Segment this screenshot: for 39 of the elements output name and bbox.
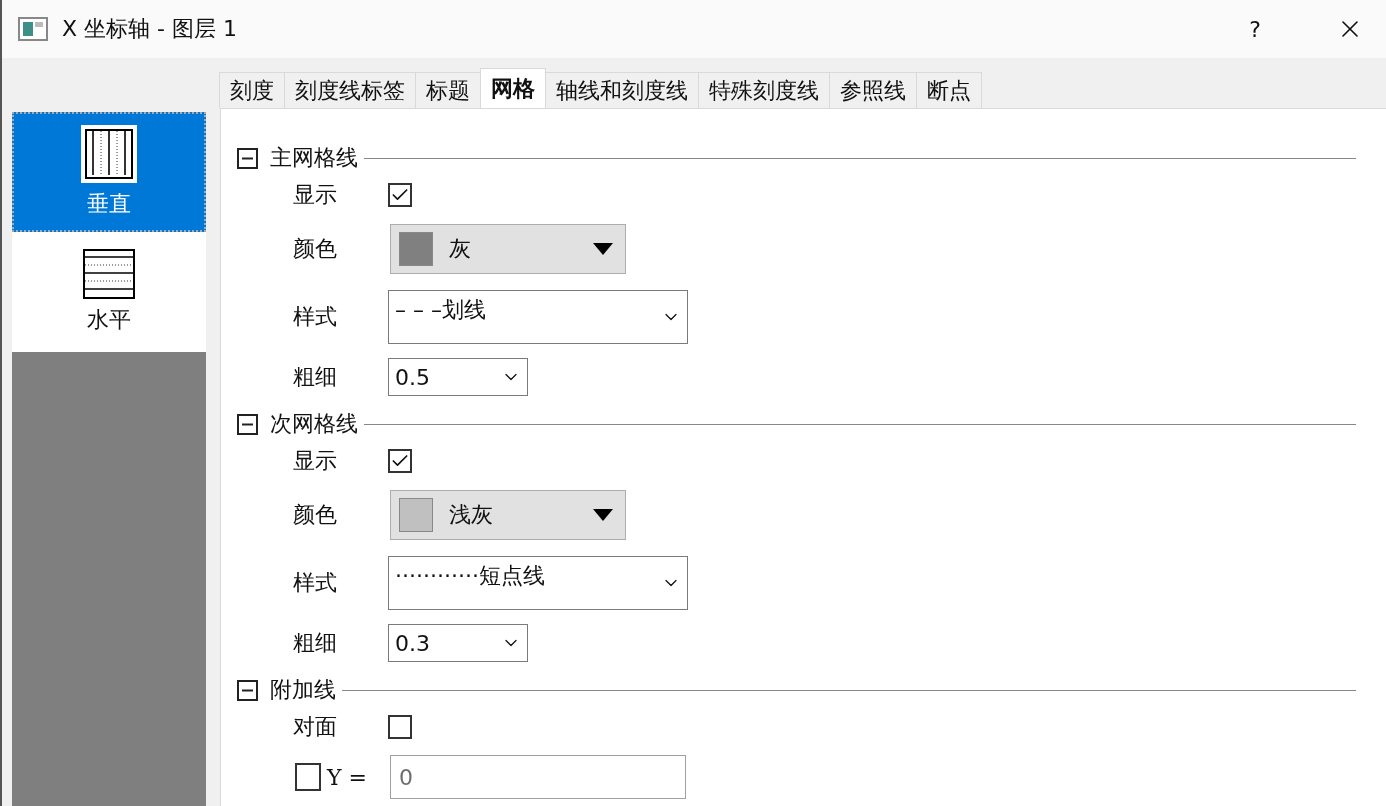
section-title: 附加线 xyxy=(270,676,336,704)
line-style-dropdown[interactable]: ············短点线 xyxy=(388,556,688,610)
horizontal-grid-icon xyxy=(83,249,135,299)
section-title: 主网格线 xyxy=(270,144,358,172)
color-dropdown[interactable]: 浅灰 xyxy=(390,490,626,540)
sidebar-item[interactable]: 垂直 xyxy=(12,112,206,232)
field-label: 粗细 xyxy=(293,629,338,657)
thickness-dropdown[interactable]: 0.5 xyxy=(388,358,528,396)
checkbox[interactable] xyxy=(388,183,412,207)
field-label: 显示 xyxy=(293,447,338,475)
dropdown-arrow-icon xyxy=(593,243,613,255)
thickness-dropdown[interactable]: 0.3 xyxy=(388,624,528,662)
field-label: 对面 xyxy=(293,713,338,741)
line-style-dropdown[interactable]: – – –划线 xyxy=(388,290,688,344)
vertical-grid-icon xyxy=(81,125,137,183)
window-icon xyxy=(18,17,48,41)
field-label: 样式 xyxy=(293,303,338,331)
dropdown-arrow-icon xyxy=(593,509,613,521)
field-label: Y = xyxy=(327,764,368,790)
collapse-icon[interactable] xyxy=(237,413,258,435)
tab[interactable]: 断点 xyxy=(916,72,982,108)
section-title: 次网格线 xyxy=(270,410,358,438)
field-label: 颜色 xyxy=(293,501,338,529)
sidebar-item-label: 垂直 xyxy=(87,190,131,218)
field-label: 颜色 xyxy=(293,235,338,263)
collapse-icon[interactable] xyxy=(237,679,258,701)
sidebar-item-label: 水平 xyxy=(87,306,131,334)
checkbox[interactable] xyxy=(388,715,412,739)
field-label: 粗细 xyxy=(293,363,338,391)
sidebar-item[interactable]: 水平 xyxy=(12,232,206,352)
window-title: X 坐标轴 - 图层 1 xyxy=(62,15,238,43)
collapse-icon[interactable] xyxy=(237,147,258,169)
field-label: 样式 xyxy=(293,569,338,597)
color-dropdown[interactable]: 灰 xyxy=(390,224,626,274)
checkbox[interactable] xyxy=(388,449,412,473)
tab[interactable]: 网格 xyxy=(480,68,546,108)
help-button[interactable]: ? xyxy=(1230,16,1280,42)
tab[interactable]: 刻度 xyxy=(219,72,285,108)
field-label: 显示 xyxy=(293,181,338,209)
